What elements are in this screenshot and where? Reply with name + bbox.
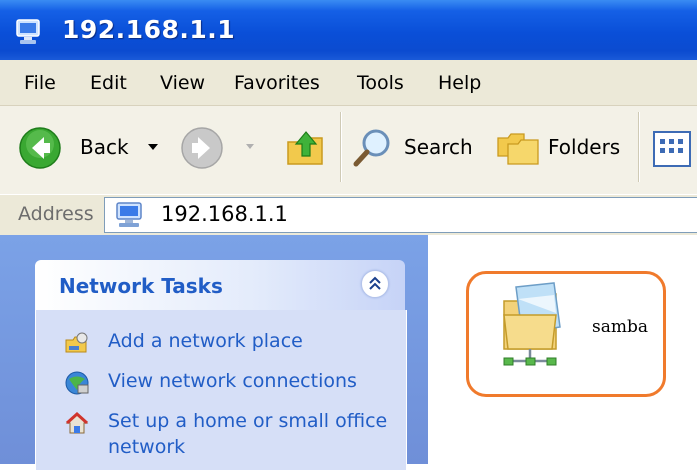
- back-button[interactable]: Back: [18, 126, 163, 170]
- back-dropdown-icon[interactable]: [148, 144, 158, 150]
- share-label[interactable]: samba: [592, 317, 648, 337]
- menu-help[interactable]: Help: [438, 72, 481, 94]
- menu-bar: File Edit View Favorites Tools Help: [0, 60, 697, 106]
- address-bar: Address 192.168.1.1: [0, 194, 697, 235]
- address-input[interactable]: 192.168.1.1: [104, 197, 697, 233]
- menu-edit[interactable]: Edit: [90, 72, 127, 94]
- title-bar[interactable]: 192.168.1.1: [0, 0, 697, 60]
- forward-button[interactable]: [180, 126, 262, 170]
- forward-arrow-icon: [181, 127, 223, 169]
- task-label: Set up a home or small office network: [108, 410, 388, 458]
- home-network-setup-icon: [65, 411, 89, 434]
- back-arrow-icon: [19, 127, 61, 169]
- network-connections-icon: [65, 371, 89, 395]
- search-icon: [353, 129, 390, 167]
- window-title: 192.168.1.1: [62, 15, 236, 44]
- forward-dropdown-icon[interactable]: [246, 144, 254, 149]
- address-label: Address: [18, 203, 94, 225]
- shared-folder-icon[interactable]: [496, 279, 576, 375]
- network-tasks-body: Add a network place View network connect…: [35, 310, 407, 470]
- content-area: samba: [428, 235, 697, 464]
- search-label: Search: [404, 135, 473, 159]
- menu-view[interactable]: View: [160, 72, 205, 94]
- task-pane: Network Tasks Add a network place View n…: [0, 235, 428, 470]
- collapse-button[interactable]: [361, 270, 389, 298]
- menu-favorites[interactable]: Favorites: [234, 72, 320, 94]
- panel-title: Network Tasks: [59, 274, 223, 298]
- toolbar: Back Search Folders: [0, 106, 697, 195]
- up-folder-icon[interactable]: [284, 126, 328, 170]
- menu-tools[interactable]: Tools: [357, 72, 404, 94]
- network-computer-icon: [116, 202, 142, 227]
- menu-file[interactable]: File: [24, 72, 56, 94]
- task-label: Add a network place: [108, 330, 303, 352]
- task-label: View network connections: [108, 370, 357, 392]
- double-chevron-up-icon: [369, 276, 381, 290]
- network-computer-icon: [16, 19, 40, 44]
- views-icon[interactable]: [652, 130, 692, 168]
- folders-label: Folders: [548, 135, 621, 159]
- search-button[interactable]: Search: [350, 126, 476, 170]
- folders-icon: [497, 133, 539, 165]
- address-value: 192.168.1.1: [161, 202, 288, 226]
- back-label: Back: [80, 135, 129, 159]
- network-tasks-header[interactable]: Network Tasks: [35, 260, 405, 310]
- add-network-place-icon: [65, 332, 88, 353]
- folders-button[interactable]: Folders: [494, 126, 624, 170]
